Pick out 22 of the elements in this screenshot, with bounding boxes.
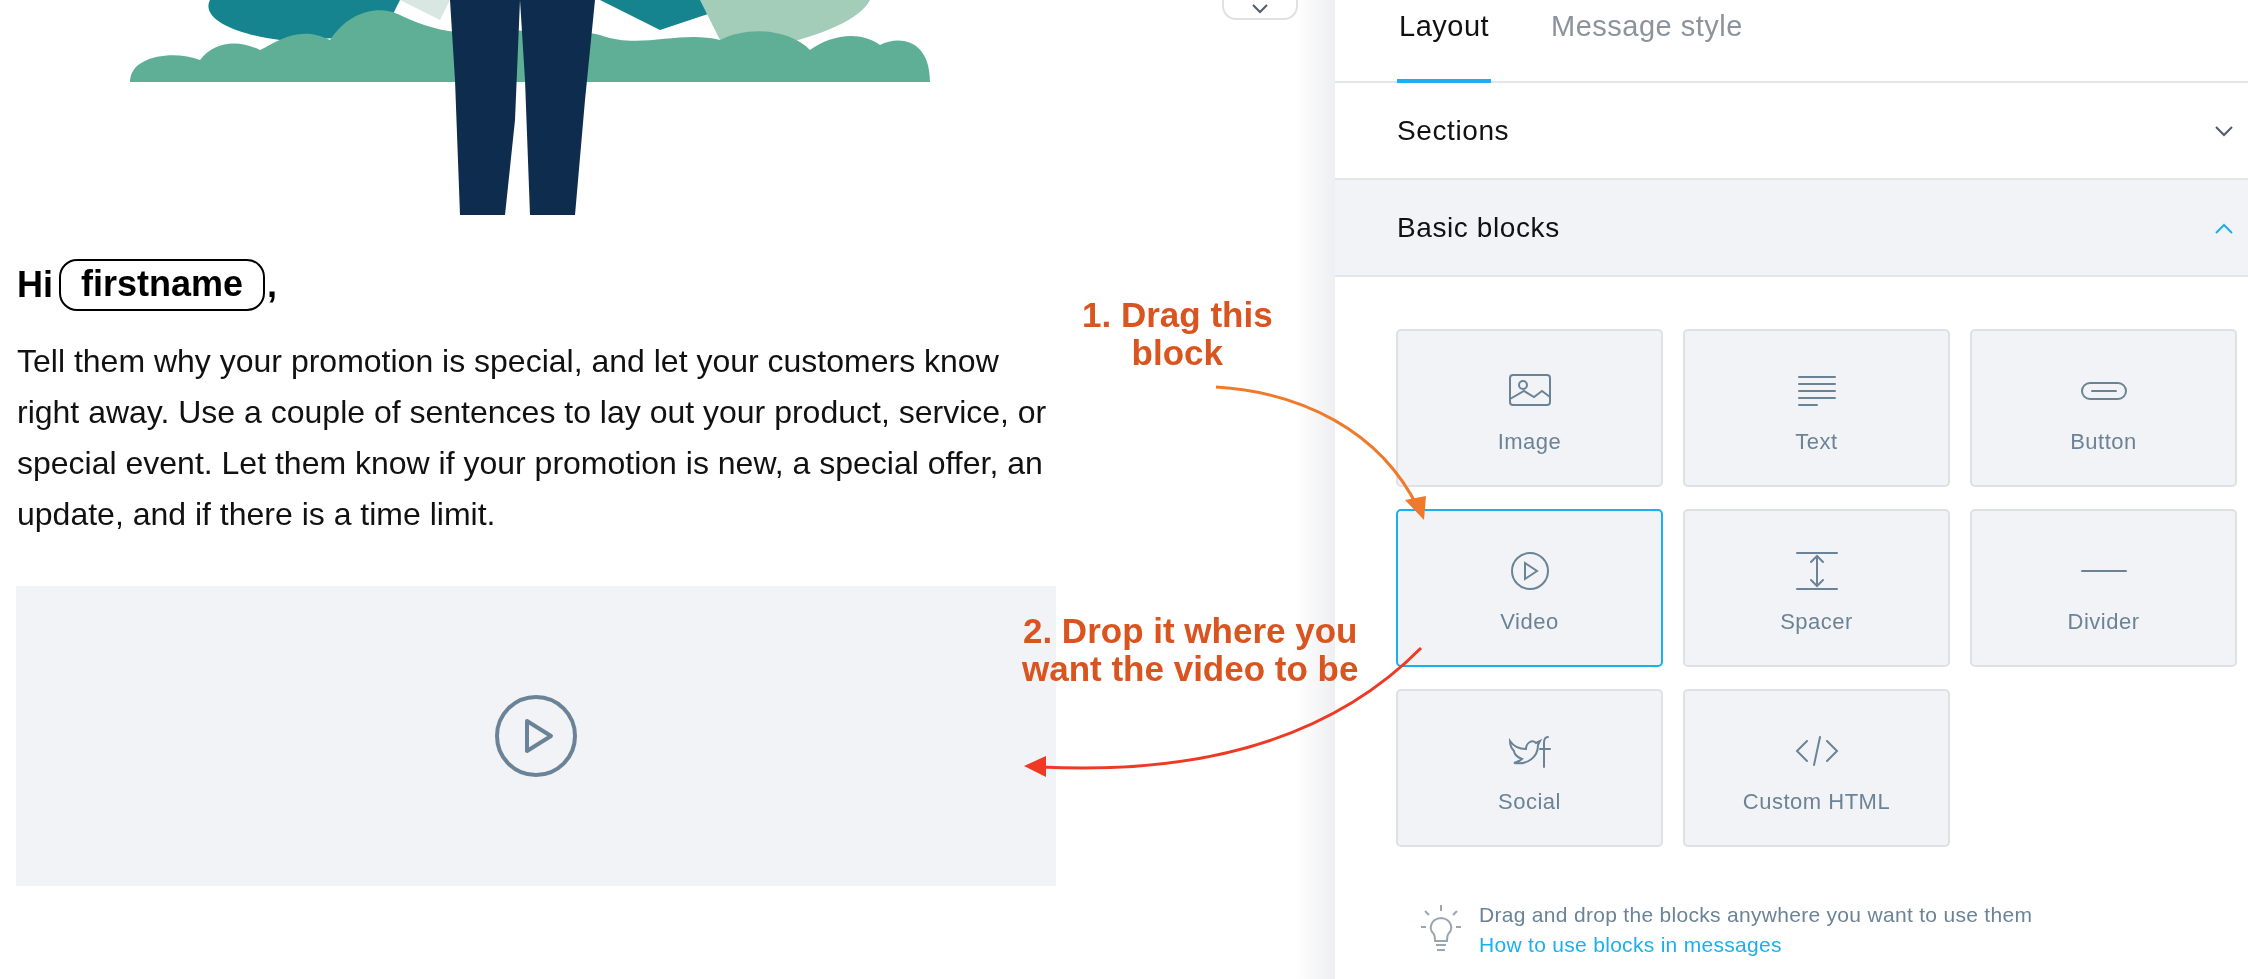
tab[interactable]: Message style	[1549, 0, 1745, 83]
greeting-punctuation: ,	[267, 264, 278, 306]
block-tile[interactable]: Divider	[1970, 509, 2237, 667]
help-link[interactable]: How to use blocks in messages	[1479, 933, 2033, 957]
block-tile[interactable]: Spacer	[1683, 509, 1950, 667]
body-paragraph: Tell them why your promotion is special, and let your customers know right away. Use a couple of sentences to lay out your product, service, or special event. Let them know if your promotion is new, a special offer, an update, and if there is a time limit.	[17, 342, 1048, 534]
annotation-text: 2. Drop it where you want the video to be	[1022, 612, 1359, 688]
block-tile[interactable]: Image	[1396, 329, 1663, 487]
greeting-text: Hi	[17, 264, 53, 306]
annotation-text: 1. Drag this block	[1082, 296, 1273, 372]
chevron-up-icon	[2214, 221, 2234, 234]
play-icon	[494, 694, 578, 778]
block-tile[interactable]: Video	[1396, 509, 1663, 667]
chevron-down-icon	[1251, 4, 1269, 14]
block-tile[interactable]: Text	[1683, 329, 1950, 487]
block-tile[interactable]: Button	[1970, 329, 2237, 487]
hint-text: Drag and drop the blocks anywhere you want to use them	[1479, 903, 2033, 927]
block-tile[interactable]: Custom HTML	[1683, 689, 1950, 847]
block-tile[interactable]: Social	[1396, 689, 1663, 847]
merge-tag[interactable]: firstname	[59, 259, 266, 311]
chevron-down-icon	[2214, 124, 2234, 137]
section-header[interactable]: Basic blocks	[1335, 180, 2248, 277]
